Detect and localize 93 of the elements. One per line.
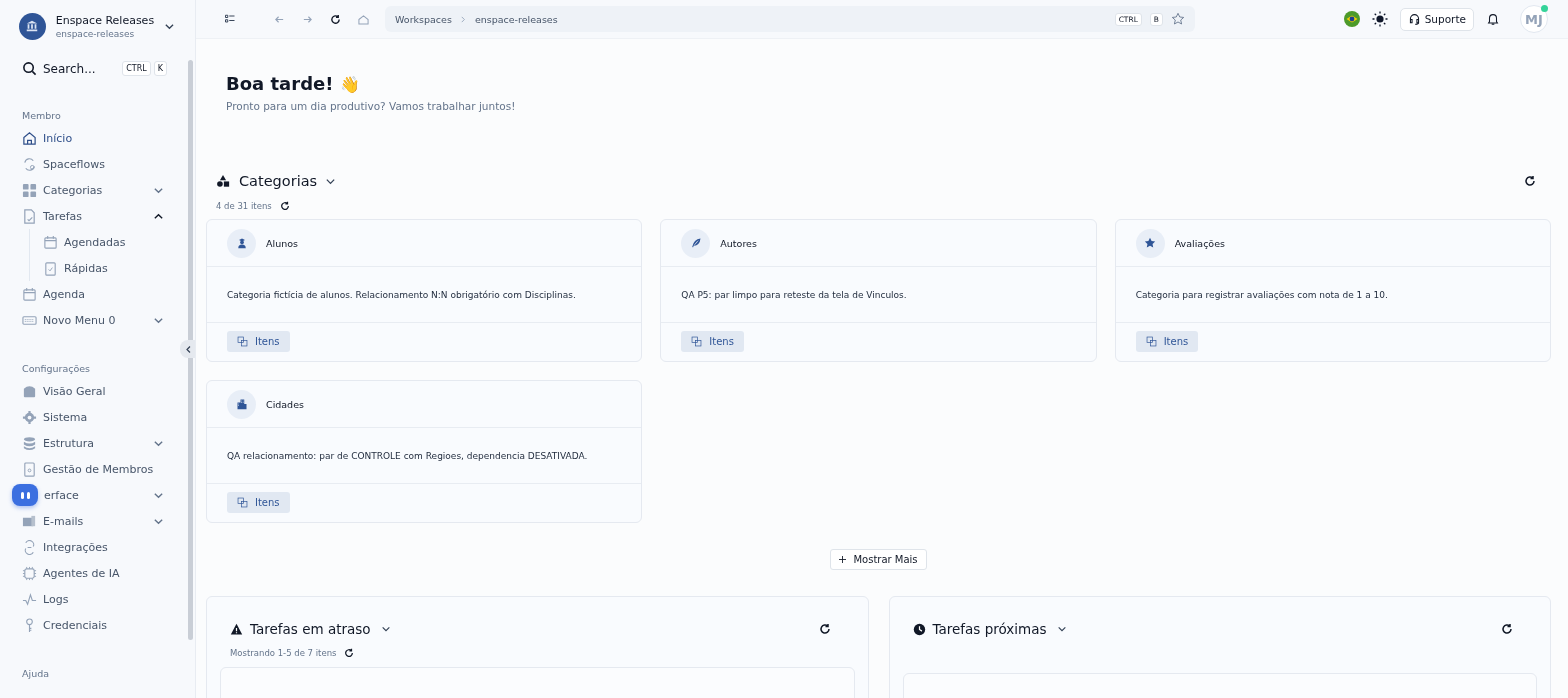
section-title: Membro: [22, 110, 62, 123]
items-button[interactable]: Itens: [1135, 331, 1199, 352]
nav-item[interactable]: Início: [22, 125, 164, 151]
reload-icon[interactable]: [1524, 175, 1536, 187]
pulse-icon: [22, 591, 37, 607]
items-button[interactable]: Itens: [227, 492, 290, 513]
category-name: Cidades: [266, 398, 304, 410]
copy-icon: [237, 336, 248, 347]
category-description: QA P5: par limpo para reteste da tela de Vinculos.: [661, 267, 1096, 323]
box-icon: [22, 383, 37, 399]
nav-subitem[interactable]: Rápidas: [43, 255, 166, 281]
nav-item[interactable]: Tarefas: [22, 203, 164, 229]
gear-icon: [22, 409, 37, 425]
star-icon[interactable]: [1171, 12, 1185, 26]
chat-bot-icon[interactable]: [12, 484, 38, 506]
bell-icon[interactable]: [1486, 12, 1500, 26]
greeting-title: Boa tarde! 👋: [226, 73, 361, 94]
copy-icon: [1145, 336, 1157, 347]
section-title: Configurações: [22, 363, 92, 376]
nav-item[interactable]: Integrações: [22, 534, 164, 560]
nav-item[interactable]: Visão Geral: [22, 378, 164, 404]
category-name: Alunos: [266, 237, 298, 249]
search-icon: [22, 61, 37, 76]
category-name: Autores: [720, 237, 757, 249]
section-heading: Categorias: [239, 173, 318, 189]
building-icon: [227, 389, 256, 419]
breadcrumb-link[interactable]: enspace-releases: [474, 13, 558, 25]
reload-icon[interactable]: [344, 648, 355, 658]
chevron-left-icon: [183, 344, 193, 354]
calendar-icon: [43, 234, 58, 250]
nav-item[interactable]: erface: [12, 482, 164, 508]
shortcut-key: K: [153, 61, 167, 76]
copy-icon: [691, 336, 703, 347]
category-description: Categoria para registrar avaliações com nota de 1 a 10.: [1115, 267, 1550, 323]
nav-item[interactable]: Spaceflows: [22, 151, 164, 177]
nav-item[interactable]: Agenda: [22, 281, 164, 307]
workspace-logo-icon: [19, 12, 46, 40]
panel-title: Tarefas em atraso: [250, 621, 371, 637]
category-description: Categoria fictícia de alunos. Relacionamento N:N obrigatório com Disciplinas.: [207, 267, 642, 323]
brazil-flag-icon[interactable]: [1343, 11, 1360, 27]
db-icon: [22, 435, 37, 451]
reload-icon[interactable]: [818, 623, 831, 635]
plus-icon: [839, 556, 847, 563]
nav-item[interactable]: Gestão de Membros: [22, 456, 164, 482]
category-description: QA relacionamento: par de CONTROLE com Regioes, dependencia DESATIVADA.: [207, 428, 642, 484]
nav-item[interactable]: Categorias: [22, 177, 164, 203]
nav-subitem[interactable]: Agendadas: [43, 229, 166, 255]
shapes-icon: [216, 174, 230, 188]
badge-icon: [22, 461, 37, 477]
reload-icon[interactable]: [330, 13, 341, 25]
person-icon: [227, 228, 256, 258]
feather-icon: [681, 228, 711, 258]
nav-item[interactable]: Credenciais: [22, 612, 164, 638]
reload-icon[interactable]: [279, 201, 290, 211]
shortcut-key: CTRL: [122, 61, 151, 76]
grid-icon: [22, 182, 37, 198]
collapse-sidebar-button[interactable]: [180, 340, 195, 358]
nav-item[interactable]: E-mails: [22, 508, 164, 534]
tasks-list-icon[interactable]: [224, 13, 236, 25]
doc-icon: [22, 208, 37, 224]
copy-icon: [237, 497, 248, 508]
item-count: Mostrando 1-5 de 7 itens: [230, 648, 337, 658]
support-button[interactable]: Suporte: [1399, 7, 1474, 31]
chip-icon: [22, 565, 37, 581]
items-button[interactable]: Itens: [227, 331, 290, 352]
reload-icon[interactable]: [1501, 623, 1513, 635]
home-icon: [22, 130, 37, 146]
clock-icon: [912, 622, 926, 636]
nav-item[interactable]: Logs: [22, 586, 164, 612]
nav-item[interactable]: Novo Menu 0: [22, 307, 164, 333]
chevron-down-icon[interactable]: [380, 624, 391, 634]
sun-icon[interactable]: [1371, 11, 1388, 27]
section-title: Ajuda: [22, 668, 50, 681]
breadcrumb-link[interactable]: Workspaces: [395, 13, 452, 25]
nav-item[interactable]: Sistema: [22, 404, 164, 430]
items-button[interactable]: Itens: [681, 331, 744, 352]
cal-icon: [22, 286, 37, 302]
show-more-button[interactable]: Mostrar Mais: [830, 549, 927, 570]
category-name: Avaliações: [1174, 237, 1225, 249]
mail-icon: [22, 513, 37, 529]
clipboard-icon: [43, 260, 58, 276]
nav-item[interactable]: Agentes de IA: [22, 560, 164, 586]
chevron-down-icon[interactable]: [1056, 624, 1067, 634]
workspace-name: Enspace Releases: [55, 13, 155, 27]
item-count: 4 de 31 itens: [216, 201, 272, 211]
headset-icon: [1407, 12, 1421, 26]
chevron-right-icon: [459, 15, 467, 23]
panel-title: Tarefas próximas: [932, 621, 1047, 637]
greeting-subtitle: Pronto para um dia produtivo? Vamos trabalhar juntos!: [226, 100, 517, 112]
nav-item[interactable]: Estrutura: [22, 430, 164, 456]
workspace-slug: enspace-releases: [55, 28, 136, 39]
warning-icon: [230, 622, 243, 636]
search-button[interactable]: Search... CTRL K: [22, 61, 167, 76]
